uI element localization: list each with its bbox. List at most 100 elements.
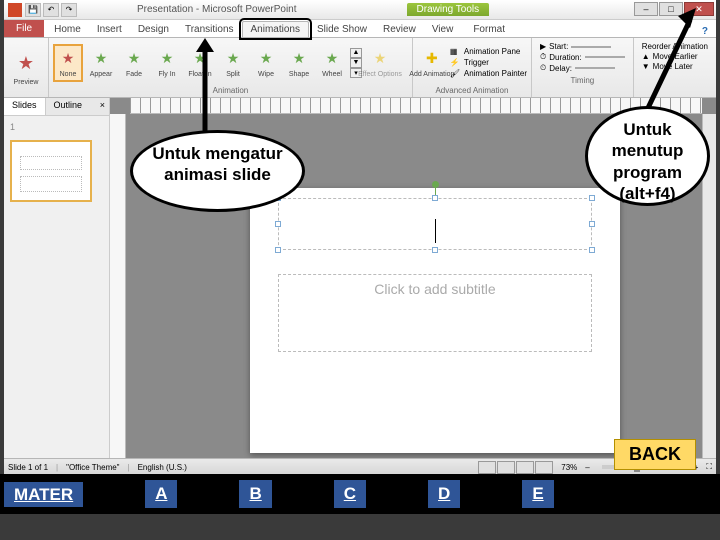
pane-tab-outline[interactable]: Outline (46, 98, 91, 115)
trigger-icon: ⚡ (450, 58, 462, 68)
anim-none[interactable]: ★ None (53, 44, 83, 82)
nav-e[interactable]: E (522, 480, 553, 508)
tab-review[interactable]: Review (375, 22, 424, 37)
ribbon: ★ Preview ★ None ★ Appear ★ Fade (4, 38, 716, 98)
painter-icon: 🖌 (450, 69, 462, 79)
pane-icon: ▦ (450, 47, 462, 57)
arrow-to-close (640, 6, 700, 108)
anim-wipe[interactable]: ★ Wipe (251, 48, 281, 78)
group-preview: ★ Preview (4, 38, 49, 97)
wheel-icon: ★ (321, 48, 343, 70)
duration-input[interactable] (585, 56, 625, 58)
fade-icon: ★ (123, 48, 145, 70)
rotate-handle[interactable] (432, 181, 439, 188)
undo-icon[interactable]: ↶ (43, 3, 59, 17)
add-animation[interactable]: ✚ Add Animation (417, 48, 447, 78)
anim-split[interactable]: ★ Split (218, 48, 248, 78)
anim-fade[interactable]: ★ Fade (119, 48, 149, 78)
anim-wheel[interactable]: ★ Wheel (317, 48, 347, 78)
slide-canvas[interactable]: Click to add subtitle (250, 188, 620, 453)
view-slideshow-button[interactable] (535, 461, 553, 474)
none-icon: ★ (57, 48, 79, 70)
animation-pane-button[interactable]: ▦Animation Pane (450, 47, 527, 57)
bottom-nav: MATER A B C D E (0, 474, 720, 514)
title-placeholder[interactable] (278, 198, 592, 250)
callout-close: Untuk menutup program (alt+f4) (585, 106, 710, 206)
nav-c[interactable]: C (334, 480, 366, 508)
tab-insert[interactable]: Insert (89, 22, 130, 37)
ruler-vertical (110, 114, 126, 458)
tab-format[interactable]: Format (465, 22, 513, 37)
pane-tab-slides[interactable]: Slides (4, 98, 46, 115)
title-bar: 💾 ↶ ↷ Presentation - Microsoft PowerPoin… (4, 0, 716, 20)
anim-appear[interactable]: ★ Appear (86, 48, 116, 78)
add-animation-icon: ✚ (421, 48, 443, 70)
arrow-to-animations (190, 38, 220, 132)
back-button[interactable]: BACK (614, 439, 696, 470)
group-advanced: ✚ Add Animation ▦Animation Pane ⚡Trigger… (413, 38, 532, 97)
status-language[interactable]: English (U.S.) (138, 463, 187, 472)
group-timing: ▶Start: ⏱Duration: ⏲Delay: Timing (532, 38, 634, 97)
zoom-value[interactable]: 73% (561, 463, 577, 472)
shape-icon: ★ (288, 48, 310, 70)
quick-access-toolbar: 💾 ↶ ↷ (25, 3, 77, 17)
delay-label: Delay: (549, 64, 572, 73)
resize-handle[interactable] (589, 221, 595, 227)
tab-home[interactable]: Home (46, 22, 89, 37)
tab-file[interactable]: File (4, 20, 44, 37)
resize-handle[interactable] (275, 221, 281, 227)
slides-pane: Slides Outline × 1 (4, 98, 110, 458)
app-icon (8, 3, 22, 17)
nav-a[interactable]: A (145, 480, 177, 508)
effect-options[interactable]: ★ Effect Options (365, 48, 395, 78)
zoom-out-button[interactable]: – (585, 463, 589, 472)
preview-button[interactable]: ★ Preview (8, 50, 44, 86)
group-label-advanced: Advanced Animation (417, 85, 527, 95)
status-theme: "Office Theme" (66, 463, 119, 472)
view-sorter-button[interactable] (497, 461, 515, 474)
nav-b[interactable]: B (239, 480, 271, 508)
help-icon[interactable]: ? (702, 26, 708, 37)
status-slide: Slide 1 of 1 (8, 463, 48, 472)
group-animation: ★ None ★ Appear ★ Fade ★ Fly In ★ Floa (49, 38, 413, 97)
duration-label: Duration: (549, 53, 581, 62)
anim-shape[interactable]: ★ Shape (284, 48, 314, 78)
animation-painter-button[interactable]: 🖌Animation Painter (450, 69, 527, 79)
preview-icon: ★ (12, 50, 40, 78)
split-icon: ★ (222, 48, 244, 70)
tab-design[interactable]: Design (130, 22, 177, 37)
nav-d[interactable]: D (428, 480, 460, 508)
effect-options-icon: ★ (369, 48, 391, 70)
tab-animations[interactable]: Animations (242, 21, 309, 37)
document-title: Presentation - Microsoft PowerPoint (137, 4, 297, 15)
tab-transitions[interactable]: Transitions (177, 22, 242, 37)
callout-animations: Untuk mengatur animasi slide (130, 130, 305, 212)
fit-button[interactable]: ⛶ (706, 462, 712, 472)
resize-handle[interactable] (432, 247, 438, 253)
pane-close-icon[interactable]: × (96, 98, 109, 115)
slide-thumbnail[interactable] (10, 140, 92, 202)
resize-handle[interactable] (589, 247, 595, 253)
ribbon-tabs: File Home Insert Design Transitions Anim… (4, 20, 716, 38)
resize-handle[interactable] (589, 195, 595, 201)
nav-mater[interactable]: MATER (4, 482, 83, 507)
view-normal-button[interactable] (478, 461, 496, 474)
delay-input[interactable] (575, 67, 615, 69)
redo-icon[interactable]: ↷ (61, 3, 77, 17)
view-reading-button[interactable] (516, 461, 534, 474)
tab-view[interactable]: View (424, 22, 462, 37)
save-icon[interactable]: 💾 (25, 3, 41, 17)
resize-handle[interactable] (275, 247, 281, 253)
group-label-timing: Timing (536, 75, 629, 85)
context-tab-drawing: Drawing Tools (407, 3, 490, 16)
subtitle-placeholder[interactable]: Click to add subtitle (278, 274, 592, 352)
group-label-animation: Animation (53, 85, 408, 95)
status-bar: Slide 1 of 1 | "Office Theme" | English … (4, 458, 716, 475)
thumb-number: 1 (10, 122, 15, 132)
anim-flyin[interactable]: ★ Fly In (152, 48, 182, 78)
tab-slideshow[interactable]: Slide Show (309, 22, 375, 37)
flyin-icon: ★ (156, 48, 178, 70)
resize-handle[interactable] (432, 195, 438, 201)
start-dropdown[interactable] (571, 46, 611, 48)
trigger-button[interactable]: ⚡Trigger (450, 58, 527, 68)
